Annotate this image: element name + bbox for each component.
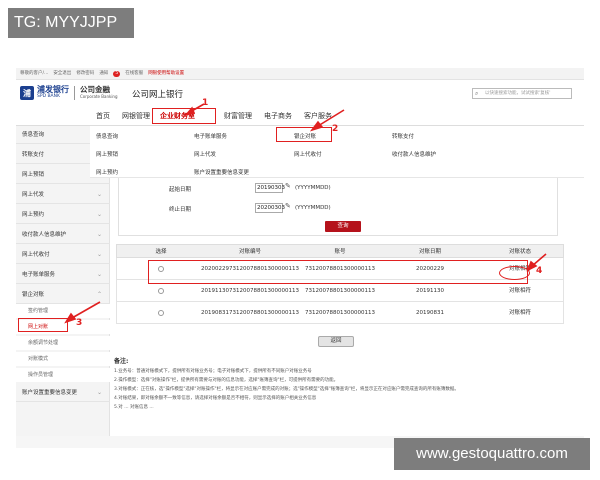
bank-logo[interactable]: 浦 浦发银行 SPD BANK 公司金融 Corporate Banking (20, 84, 124, 102)
chevron-up-icon: ⌃ (96, 291, 102, 298)
sidebar-sub-contract-management[interactable]: 签约管理 (16, 304, 110, 318)
note-line: 5.对 ... 对账信息 ... (114, 405, 154, 410)
chevron-down-icon: ⌄ (96, 231, 102, 238)
change-password-link[interactable]: 修改密码 (76, 68, 94, 80)
chevron-down-icon: ⌄ (96, 389, 102, 396)
nav-ebank-management[interactable]: 网银管理 (122, 110, 150, 122)
note-line: 3.对账模式：正在核，选"操作模型"选择"对账操作"栏，将显示在对应账户需完成的… (114, 387, 459, 392)
corporate-banking-cn: 公司金融 (80, 85, 110, 94)
recon-id-cell: 2019083173120078801300000113 (201, 309, 299, 316)
annotation-number-4: 4 (536, 266, 543, 276)
site-header: 浦 浦发银行 SPD BANK 公司金融 Corporate Banking 公… (16, 80, 584, 106)
annotation-ellipse-status (499, 266, 530, 280)
note-line: 1.业务号：普通对账模式下，提供所有对账业务号；电子对账模式下，提供所有不同账户… (114, 369, 312, 374)
sidebar-sub-balance-adjustment[interactable]: 余额调节处理 (16, 336, 110, 350)
sidebar-item-important-info-change[interactable]: 账户设置重要信息变更 ⌄ (16, 384, 110, 402)
end-date-input[interactable]: 20200303 (255, 203, 285, 213)
query-button[interactable]: 查询 (325, 221, 361, 232)
note-line: 4.对账结果，即对账余额不一致等信息，请选择对账余额是否不相符，则显示选择的账户… (114, 396, 317, 401)
sidebar-item-payee-maintenance[interactable]: 收付款人信息维护 ⌄ (16, 226, 110, 244)
sidebar-item-reconciliation[interactable]: 银企对账 ⌃ (16, 286, 110, 304)
sidebar-item-ebill[interactable]: 电子账单服务 ⌄ (16, 266, 110, 284)
end-date-label: 终止日期 (169, 207, 192, 213)
sidebar-item-collection[interactable]: 网上代收付 ⌄ (16, 246, 110, 264)
th-select: 选择 (155, 249, 167, 255)
corporate-banking-en: Corporate Banking (80, 94, 118, 99)
back-button[interactable]: 返回 (318, 336, 354, 347)
logo-cn-text: 浦发银行 (37, 85, 69, 94)
nav-ecommerce[interactable]: 电子商务 (264, 110, 292, 122)
account-cell: 73120078801300000113 (305, 309, 375, 316)
watermark-top-left: TG: MYYJJPP (8, 8, 134, 38)
nav-customer-service[interactable]: 客户服务 (304, 110, 332, 122)
dd-ebill-service[interactable]: 电子账单服务 (194, 132, 227, 140)
logo-en-text: SPD BANK (37, 94, 60, 99)
start-date-input[interactable]: 20190303 (255, 183, 285, 193)
greeting-text: 尊敬的客户/... (20, 70, 49, 76)
status-link[interactable]: 对账相符 (475, 302, 565, 324)
annotation-box-dropdown (276, 127, 332, 142)
portal-title: 公司网上银行 (132, 90, 184, 100)
dd-payroll[interactable]: 网上代发 (194, 150, 216, 158)
chevron-down-icon: ⌄ (96, 251, 102, 258)
query-form: 起始日期 20190303 ✎ (YYYYMMDD) 终止日期 20200303… (118, 176, 558, 236)
search-input[interactable]: ⌕ 以快速搜索功能，试试搜索'复核' (472, 88, 572, 99)
start-date-label: 起始日期 (169, 187, 192, 193)
spdb-logo-icon: 浦 (20, 86, 34, 100)
notes-title: 备注: (114, 358, 129, 365)
nav-wealth-management[interactable]: 财富管理 (224, 110, 252, 122)
chevron-down-icon: ⌄ (96, 211, 102, 218)
th-recon-id: 对账编号 (238, 249, 261, 255)
sidebar-sub-operator-management[interactable]: 操作员管理 (16, 368, 110, 382)
main-nav: 首页 网银管理 企业财务室 财富管理 电子商务 客户服务 (16, 106, 584, 126)
search-placeholder: 以快速搜索功能，试试搜索'复核' (485, 91, 551, 96)
dd-important-info-change[interactable]: 账户设置重要信息变更 (194, 168, 249, 176)
dd-online-presale[interactable]: 网上预销 (96, 150, 118, 158)
row-select-radio[interactable] (158, 310, 164, 316)
annotation-box-row (148, 260, 528, 284)
online-service-link[interactable]: 在线客服 (125, 68, 143, 80)
top-utility-bar: 尊敬的客户/... 安全退出 修改密码 通知 5 在线客服 网银使用帮助设置 (16, 68, 584, 80)
search-icon: ⌕ (475, 90, 479, 97)
logo-divider (74, 86, 75, 100)
dd-collection[interactable]: 网上代收付 (294, 150, 322, 158)
sidebar-sub-reconciliation-mode[interactable]: 对账模式 (16, 352, 110, 366)
th-account: 账号 (334, 249, 346, 255)
end-date-format: (YYYYMMDD) (295, 205, 331, 211)
logout-link[interactable]: 安全退出 (53, 68, 71, 80)
nav-home[interactable]: 首页 (96, 110, 110, 122)
annotation-box-nav (152, 108, 216, 124)
chevron-down-icon: ⌄ (96, 271, 102, 278)
dd-transfer[interactable]: 转账支付 (392, 132, 414, 140)
annotation-number-3: 3 (76, 318, 83, 328)
row-select-radio[interactable] (158, 288, 164, 294)
annotation-number-2: 2 (332, 124, 339, 134)
annotation-number-1: 1 (202, 98, 209, 108)
calendar-icon[interactable]: ✎ (285, 182, 291, 190)
calendar-icon[interactable]: ✎ (285, 202, 291, 210)
table-row[interactable]: 2019083173120078801300000113 73120078801… (116, 302, 564, 324)
th-recon-date: 对账日期 (418, 249, 441, 255)
th-recon-status: 对账状态 (508, 249, 531, 255)
sidebar-item-payroll[interactable]: 网上代发 ⌄ (16, 186, 110, 204)
watermark-bottom-right: www.gestoquattro.com (394, 438, 590, 470)
dd-payee-maintenance[interactable]: 收付款人信息维护 (392, 150, 436, 158)
chevron-down-icon: ⌄ (96, 191, 102, 198)
dd-appointment[interactable]: 网上预约 (96, 168, 118, 176)
notice-link[interactable]: 通知 (99, 68, 108, 80)
date-cell: 20190831 (416, 309, 444, 316)
notice-count-badge: 5 (113, 70, 121, 77)
sidebar-item-appointment[interactable]: 网上预约 ⌄ (16, 206, 110, 224)
table-header: 选择 对账编号 账号 对账日期 对账状态 (116, 244, 564, 258)
help-settings-link[interactable]: 网银使用帮助设置 (148, 68, 184, 80)
start-date-format: (YYYYMMDD) (295, 185, 331, 191)
dd-interest-query[interactable]: 债息查询 (96, 132, 118, 140)
note-line: 2.操作模型：选择"对账操作"栏，提供所有需要与对账的信息功能，选择"账簿查询"… (114, 378, 339, 383)
annotation-box-sidebar (18, 318, 68, 332)
